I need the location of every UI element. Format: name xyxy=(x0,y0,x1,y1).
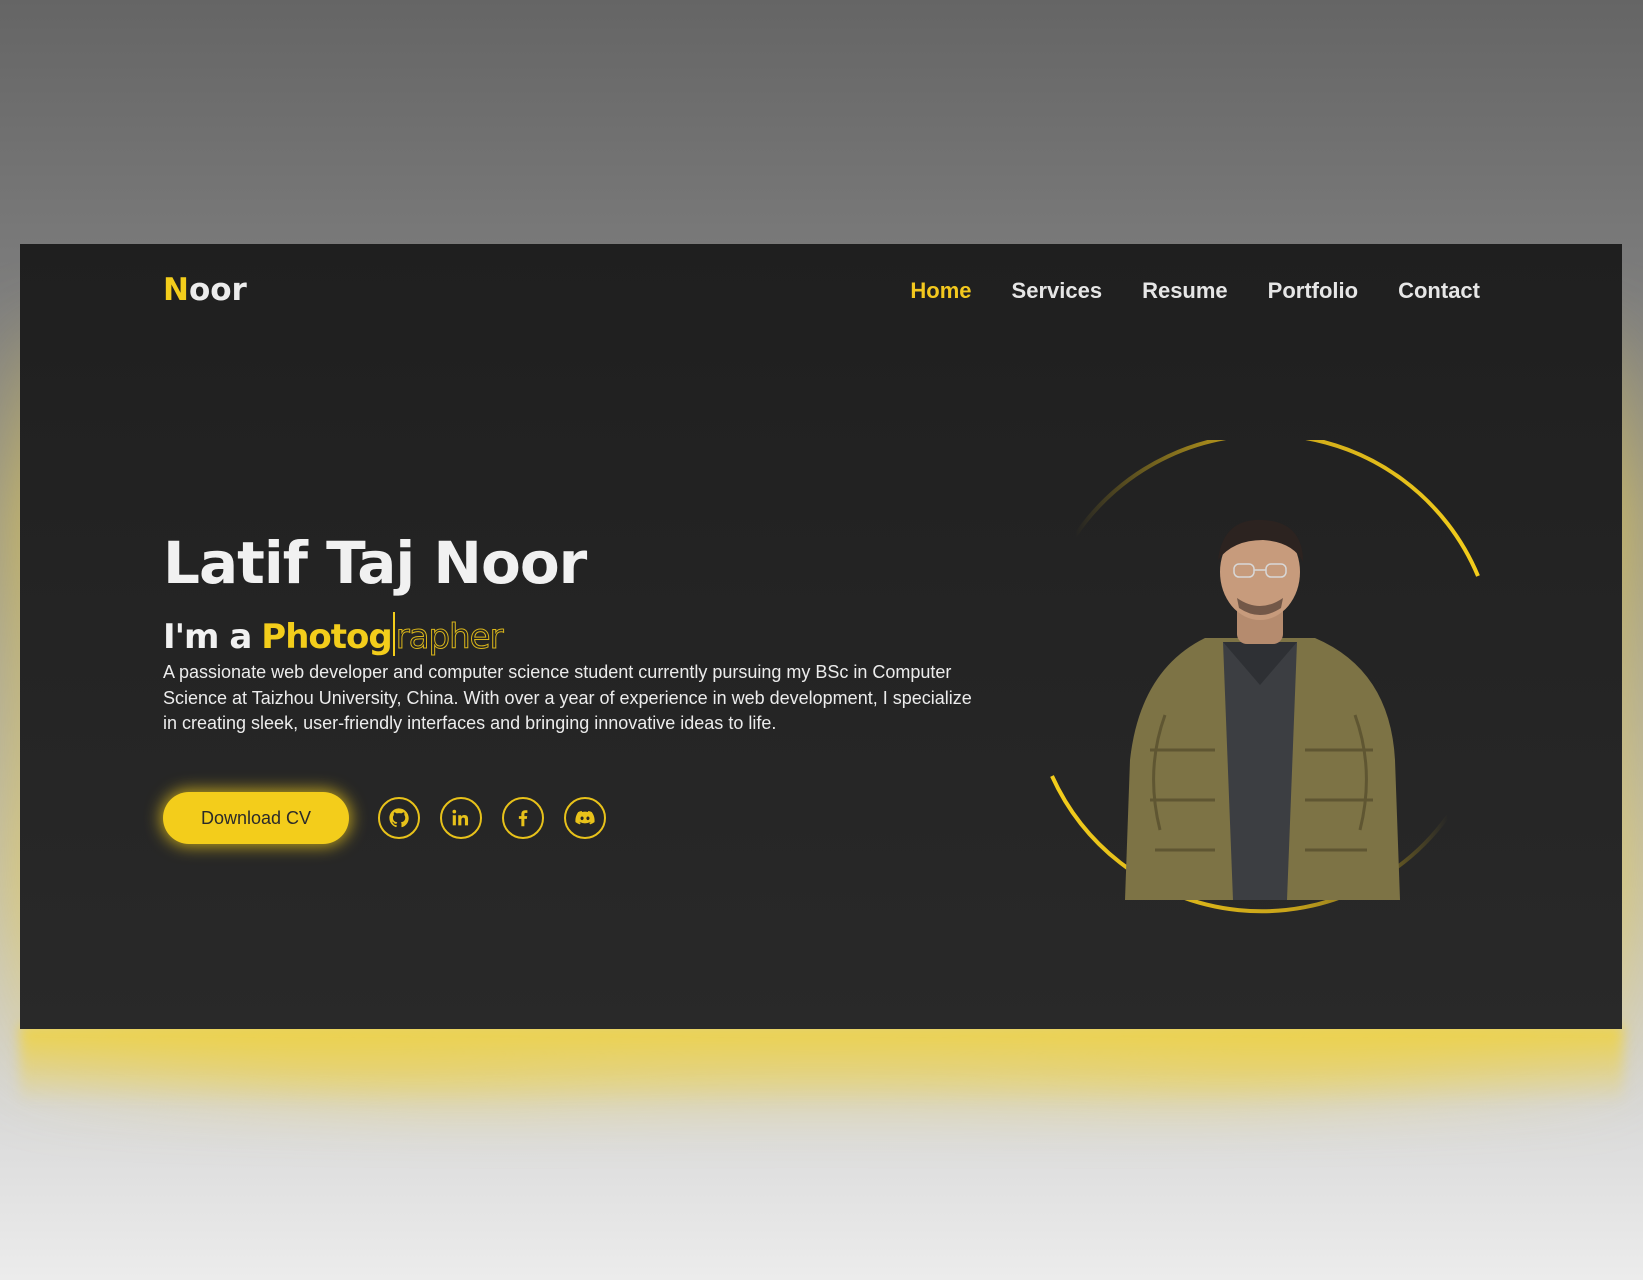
hero-name: Latif Taj Noor xyxy=(163,529,587,597)
github-link[interactable] xyxy=(378,797,420,839)
hero-role: I'm a Photog rapher xyxy=(163,604,504,658)
bottom-glow xyxy=(20,1025,1623,1105)
role-ghost-text: rapher xyxy=(395,617,504,658)
facebook-icon xyxy=(518,810,528,827)
profile-photo-area xyxy=(1030,440,1490,920)
navbar: Noor Home Services Resume Portfolio Cont… xyxy=(20,244,1622,344)
website-screen: Noor Home Services Resume Portfolio Cont… xyxy=(20,244,1622,1029)
social-links xyxy=(378,797,606,839)
linkedin-icon xyxy=(452,809,469,826)
typing-cursor xyxy=(392,612,395,656)
nav-link-resume[interactable]: Resume xyxy=(1142,278,1228,304)
nav-link-services[interactable]: Services xyxy=(1012,278,1103,304)
hero-description: A passionate web developer and computer … xyxy=(163,662,972,734)
discord-icon xyxy=(575,811,595,825)
profile-photo xyxy=(1125,519,1400,900)
role-typed-text: Photog xyxy=(261,617,392,657)
role-prefix: I'm a xyxy=(163,617,252,657)
nav-link-contact[interactable]: Contact xyxy=(1398,278,1480,304)
logo-initial: N xyxy=(163,272,189,308)
logo[interactable]: Noor xyxy=(163,272,247,308)
download-cv-button[interactable]: Download CV xyxy=(163,792,349,844)
nav-link-portfolio[interactable]: Portfolio xyxy=(1268,278,1358,304)
github-icon xyxy=(389,808,409,828)
discord-link[interactable] xyxy=(564,797,606,839)
nav-link-home[interactable]: Home xyxy=(910,278,971,304)
logo-rest: oor xyxy=(188,272,247,308)
nav-menu: Home Services Resume Portfolio Contact xyxy=(910,278,1480,304)
linkedin-link[interactable] xyxy=(440,797,482,839)
facebook-link[interactable] xyxy=(502,797,544,839)
